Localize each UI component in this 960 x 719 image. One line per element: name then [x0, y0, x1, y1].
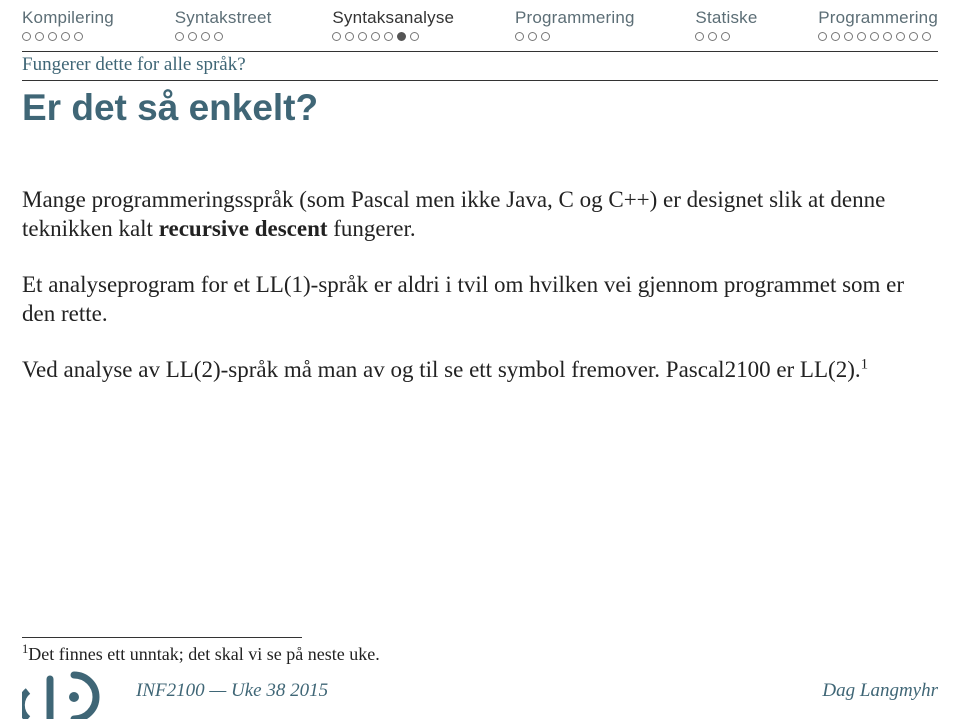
nav-progress-dots	[22, 32, 83, 41]
footer: INF2100 — Uke 38 2015 Dag Langmyhr	[0, 673, 960, 709]
footnote-body: Det finnes ett unntak; det skal vi se på…	[28, 644, 379, 664]
nav-item-4[interactable]: Statiske	[695, 8, 757, 41]
nav-label: Statiske	[695, 8, 757, 28]
footnote-rule	[22, 637, 302, 638]
progress-dot	[922, 32, 931, 41]
nav-progress-dots	[695, 32, 730, 41]
nav-item-1[interactable]: Syntakstreet	[175, 8, 272, 41]
section-label: Fungerer dette for alle språk?	[22, 54, 938, 76]
progress-dot	[708, 32, 717, 41]
progress-dot	[175, 32, 184, 41]
divider-top	[22, 51, 938, 52]
progress-dot	[883, 32, 892, 41]
progress-dot	[61, 32, 70, 41]
progress-dot	[358, 32, 367, 41]
progress-dot	[332, 32, 341, 41]
progress-dot	[857, 32, 866, 41]
nav-item-2[interactable]: Syntaksanalyse	[332, 8, 454, 41]
nav-label: Syntaksanalyse	[332, 8, 454, 28]
body-text: Mange programmeringsspråk (som Pascal me…	[0, 185, 960, 384]
progress-dot	[384, 32, 393, 41]
progress-dot	[397, 32, 406, 41]
nav-progress-dots	[818, 32, 931, 41]
progress-dot	[410, 32, 419, 41]
progress-dot	[818, 32, 827, 41]
progress-dot	[48, 32, 57, 41]
nav-item-3[interactable]: Programmering	[515, 8, 635, 41]
progress-dot	[528, 32, 537, 41]
footer-course: INF2100 — Uke 38 2015	[136, 680, 822, 702]
progress-dot	[909, 32, 918, 41]
progress-dot	[74, 32, 83, 41]
footnote-text: 1Det finnes ett unntak; det skal vi se p…	[22, 642, 938, 665]
para3-footnote-ref: 1	[861, 356, 868, 372]
divider-bottom	[22, 80, 938, 81]
para3-text: Ved analyse av LL(2)-språk må man av og …	[22, 357, 861, 382]
progress-dot	[201, 32, 210, 41]
para1-part-a: Mange programmeringsspråk (som Pascal me…	[22, 187, 885, 241]
paragraph-3: Ved analyse av LL(2)-språk må man av og …	[22, 355, 922, 384]
nav-progress-dots	[515, 32, 550, 41]
progress-dot	[345, 32, 354, 41]
progress-dot	[22, 32, 31, 41]
nav-label: Syntakstreet	[175, 8, 272, 28]
nav-label: Kompilering	[22, 8, 114, 28]
progress-dot	[371, 32, 380, 41]
subheader: Fungerer dette for alle språk?	[0, 51, 960, 81]
progress-dot	[188, 32, 197, 41]
progress-dot	[214, 32, 223, 41]
slide: Kompilering Syntakstreet Syntaksanalyse Pro…	[0, 0, 960, 719]
progress-dot	[515, 32, 524, 41]
progress-dot	[541, 32, 550, 41]
nav-item-5[interactable]: Programmering	[818, 8, 938, 41]
paragraph-2: Et analyseprogram for et LL(1)-språk er …	[22, 270, 922, 329]
footer-author: Dag Langmyhr	[822, 680, 938, 702]
progress-dot	[695, 32, 704, 41]
para1-bold: recursive descent	[159, 216, 328, 241]
logo-icon	[22, 669, 122, 719]
progress-dot	[35, 32, 44, 41]
progress-dot	[870, 32, 879, 41]
nav-bar: Kompilering Syntakstreet Syntaksanalyse Pro…	[0, 0, 960, 43]
paragraph-1: Mange programmeringsspråk (som Pascal me…	[22, 185, 922, 244]
nav-progress-dots	[175, 32, 223, 41]
progress-dot	[721, 32, 730, 41]
para1-part-c: fungerer.	[328, 216, 416, 241]
nav-label: Programmering	[515, 8, 635, 28]
progress-dot	[831, 32, 840, 41]
progress-dot	[844, 32, 853, 41]
nav-item-0[interactable]: Kompilering	[22, 8, 114, 41]
footnote: 1Det finnes ett unntak; det skal vi se p…	[22, 637, 938, 665]
page-title: Er det så enkelt?	[0, 87, 960, 129]
nav-progress-dots	[332, 32, 419, 41]
progress-dot	[896, 32, 905, 41]
nav-label: Programmering	[818, 8, 938, 28]
